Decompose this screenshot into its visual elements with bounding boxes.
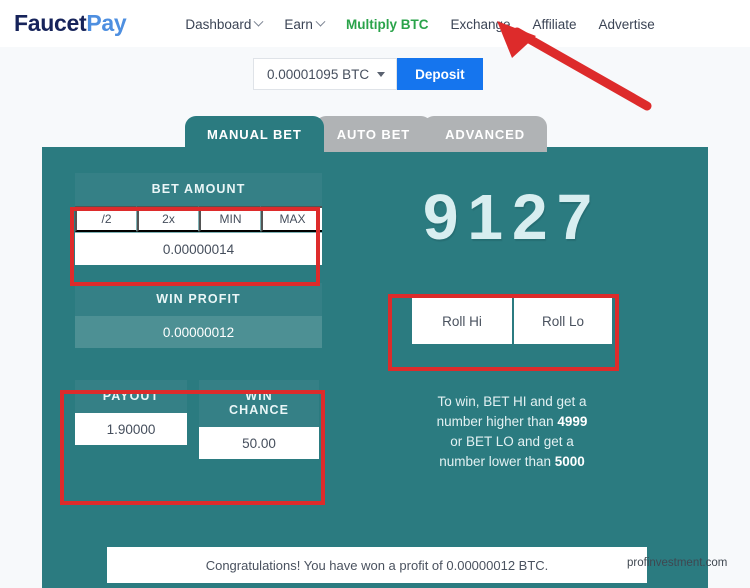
tab-advanced[interactable]: ADVANCED <box>423 116 548 152</box>
balance-selector[interactable]: 0.00001095 BTC <box>253 58 398 90</box>
site-watermark: profinvestment.com <box>627 557 728 569</box>
deposit-button[interactable]: Deposit <box>397 58 483 90</box>
roll-result-number: 9127 <box>422 181 602 253</box>
hint-threshold-hi: 4999 <box>557 414 588 429</box>
nav-item-label: Advertise <box>598 17 655 32</box>
chevron-down-icon <box>315 16 326 27</box>
bet-min-button[interactable]: MIN <box>199 206 261 232</box>
bet-mode-tabs: MANUAL BET AUTO BET ADVANCED <box>185 116 548 152</box>
nav-item-label: Earn <box>284 17 313 32</box>
nav-links: Dashboard Earn Multiply BTC Exchange Aff… <box>185 16 655 32</box>
win-profit-label: WIN PROFIT <box>75 283 322 316</box>
win-chance-label-line1: WIN <box>245 389 273 403</box>
nav-item-dashboard[interactable]: Dashboard <box>185 16 264 32</box>
nav-item-label: Affiliate <box>532 17 577 32</box>
win-chance-label-line2: CHANCE <box>228 403 290 417</box>
win-chance-label: WIN CHANCE <box>199 380 319 427</box>
logo-text-primary: Faucet <box>14 10 87 36</box>
nav-item-label: Exchange <box>450 17 511 32</box>
payout-group: PAYOUT 1.90000 <box>75 380 187 445</box>
roll-buttons: Roll Hi Roll Lo <box>347 298 677 344</box>
bet-amount-quick-buttons: /2 2x MIN MAX <box>75 206 322 232</box>
nav-item-advertise[interactable]: Advertise <box>599 17 655 32</box>
nav-item-multiply-btc[interactable]: Multiply BTC <box>346 17 429 32</box>
nav-item-label: Dashboard <box>185 17 252 32</box>
balance-value: 0.00001095 BTC <box>267 66 370 82</box>
payout-label: PAYOUT <box>75 380 187 413</box>
tab-manual-bet[interactable]: MANUAL BET <box>185 116 324 152</box>
roll-hi-button[interactable]: Roll Hi <box>412 298 512 344</box>
nav-item-affiliate[interactable]: Affiliate <box>533 17 577 32</box>
payout-input[interactable]: 1.90000 <box>75 413 187 445</box>
roll-column: 9127 Roll Hi Roll Lo To win, BET HI and … <box>347 173 677 472</box>
bet-double-button[interactable]: 2x <box>137 206 199 232</box>
nav-item-earn[interactable]: Earn <box>284 16 326 32</box>
bet-controls-column: BET AMOUNT /2 2x MIN MAX 0.00000014 WIN … <box>75 173 322 459</box>
win-profit-value: 0.00000012 <box>75 316 322 348</box>
win-chance-input[interactable]: 50.00 <box>199 427 319 459</box>
hint-line-4-text: number lower than <box>439 454 555 469</box>
bet-amount-label: BET AMOUNT <box>75 173 322 206</box>
nav-item-label: Multiply BTC <box>345 17 429 32</box>
bet-amount-input[interactable]: 0.00000014 <box>75 232 322 265</box>
balance-deposit-row: 0.00001095 BTC Deposit <box>253 58 483 90</box>
tab-auto-bet[interactable]: AUTO BET <box>314 116 433 152</box>
top-navbar: FaucetPay Dashboard Earn Multiply BTC Ex… <box>0 0 750 47</box>
roll-instructions: To win, BET HI and get a number higher t… <box>347 392 677 472</box>
bet-max-button[interactable]: MAX <box>261 206 322 232</box>
nav-item-exchange[interactable]: Exchange <box>450 17 510 32</box>
status-message-bar: Congratulations! You have won a profit o… <box>107 547 647 583</box>
chevron-down-icon <box>377 71 386 77</box>
hint-threshold-lo: 5000 <box>554 454 585 469</box>
chevron-down-icon <box>253 16 264 27</box>
hint-line-2-text: number higher than <box>436 414 558 429</box>
payout-chance-row: PAYOUT 1.90000 WIN CHANCE 50.00 <box>75 380 322 459</box>
bet-halve-button[interactable]: /2 <box>75 206 137 232</box>
hint-line-1: To win, BET HI and get a <box>437 394 587 409</box>
multiply-btc-panel: BET AMOUNT /2 2x MIN MAX 0.00000014 WIN … <box>42 147 708 588</box>
hint-line-3: or BET LO and get a <box>450 434 574 449</box>
logo-text-secondary: Pay <box>86 10 127 36</box>
site-logo[interactable]: FaucetPay <box>14 10 127 37</box>
win-chance-group: WIN CHANCE 50.00 <box>199 380 319 459</box>
roll-lo-button[interactable]: Roll Lo <box>512 298 612 344</box>
